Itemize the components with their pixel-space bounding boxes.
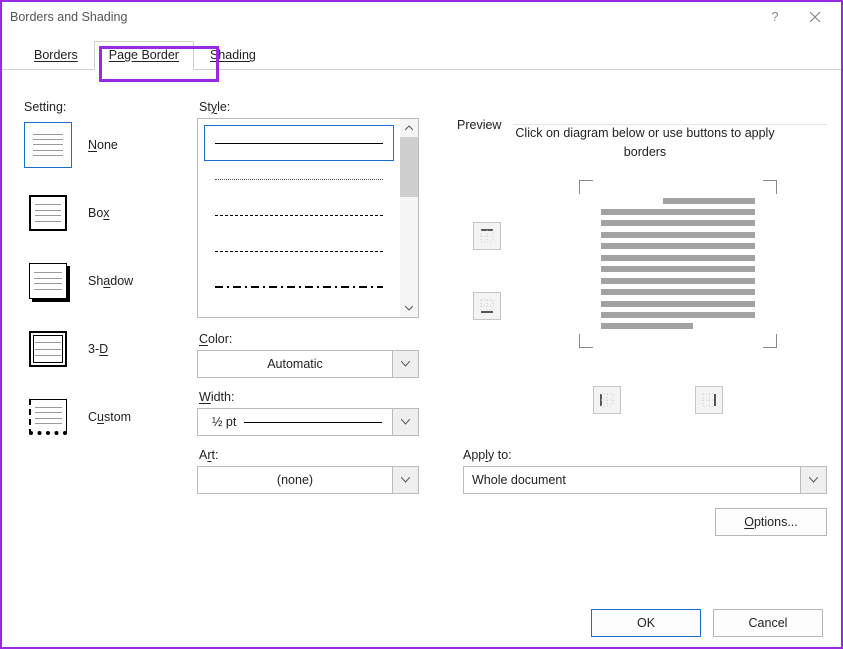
dialog-footer: OK Cancel <box>2 609 841 637</box>
style-listbox[interactable] <box>197 118 419 318</box>
preview-diagram[interactable] <box>579 180 777 348</box>
apply-to-dropdown[interactable]: Whole document <box>463 466 827 494</box>
setting-label: Setting: <box>24 100 189 114</box>
tab-strip: Borders Page Border Shading <box>2 38 841 70</box>
setting-custom-label: Custom <box>88 410 131 424</box>
options-button[interactable]: Options... <box>715 508 827 536</box>
scroll-up-button[interactable] <box>400 119 418 137</box>
style-label: Style: <box>199 100 439 114</box>
border-right-button[interactable] <box>695 386 723 414</box>
style-item-thin-dotted[interactable] <box>204 161 394 197</box>
setting-none[interactable]: None <box>24 122 189 168</box>
close-button[interactable] <box>795 5 835 29</box>
preview-hint: Click on diagram below or use buttons to… <box>493 124 797 162</box>
width-sample-line <box>244 422 382 423</box>
chevron-down-icon <box>800 467 826 493</box>
art-value: (none) <box>198 473 392 487</box>
color-value: Automatic <box>198 357 392 371</box>
art-dropdown[interactable]: (none) <box>197 466 419 494</box>
setting-shadow-icon <box>29 263 67 299</box>
style-item-dashed[interactable] <box>204 197 394 233</box>
width-label: Width: <box>199 390 439 404</box>
setting-none-label: None <box>88 138 118 152</box>
borders-and-shading-dialog: Borders and Shading ? Borders Page Borde… <box>0 0 843 649</box>
preview-column: Preview Click on diagram below or use bu… <box>439 100 827 587</box>
apply-to-value: Whole document <box>464 473 800 487</box>
border-top-button[interactable] <box>473 222 501 250</box>
tab-page-border[interactable]: Page Border <box>94 41 194 70</box>
setting-column: Setting: None Box Shadow <box>24 100 189 587</box>
color-label: Color: <box>199 332 439 346</box>
width-dropdown[interactable]: ½ pt <box>197 408 419 436</box>
apply-to-label: Apply to: <box>463 448 827 462</box>
chevron-down-icon <box>392 467 418 493</box>
width-value: ½ pt <box>198 415 244 429</box>
setting-shadow[interactable]: Shadow <box>24 258 189 304</box>
scroll-down-button[interactable] <box>400 299 418 317</box>
chevron-down-icon <box>392 351 418 377</box>
border-bottom-button[interactable] <box>473 292 501 320</box>
style-item-dashdot[interactable] <box>204 269 394 305</box>
setting-3d-icon <box>29 331 67 367</box>
preview-label: Preview <box>457 118 507 132</box>
border-left-button[interactable] <box>593 386 621 414</box>
setting-box-label: Box <box>88 206 110 220</box>
setting-custom-icon <box>29 399 67 435</box>
style-item-solid[interactable] <box>204 125 394 161</box>
style-scrollbar[interactable] <box>400 119 418 317</box>
chevron-down-icon <box>392 409 418 435</box>
setting-3d[interactable]: 3-D <box>24 326 189 372</box>
style-item-dashed-2[interactable] <box>204 233 394 269</box>
setting-box[interactable]: Box <box>24 190 189 236</box>
preview-page-icon <box>601 198 755 330</box>
art-label: Art: <box>199 448 439 462</box>
preview-diagram-area <box>463 180 827 440</box>
setting-shadow-label: Shadow <box>88 274 133 288</box>
cancel-button[interactable]: Cancel <box>713 609 823 637</box>
ok-button[interactable]: OK <box>591 609 701 637</box>
titlebar: Borders and Shading ? <box>2 2 841 32</box>
setting-none-icon <box>29 127 67 163</box>
setting-3d-label: 3-D <box>88 342 108 356</box>
help-button[interactable]: ? <box>755 5 795 29</box>
setting-custom[interactable]: Custom <box>24 394 189 440</box>
setting-box-icon <box>29 195 67 231</box>
tab-shading[interactable]: Shading <box>196 42 270 69</box>
color-dropdown[interactable]: Automatic <box>197 350 419 378</box>
scroll-thumb[interactable] <box>400 137 418 197</box>
style-column: Style: Color: Automatic <box>189 100 439 587</box>
window-title: Borders and Shading <box>10 10 127 24</box>
tab-borders[interactable]: Borders <box>20 42 92 69</box>
